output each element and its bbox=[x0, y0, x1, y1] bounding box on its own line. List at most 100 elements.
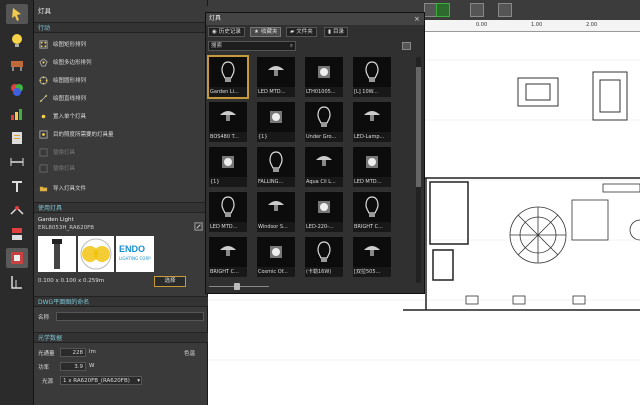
slider-handle[interactable] bbox=[234, 283, 240, 290]
scrollbar-thumb[interactable] bbox=[416, 67, 421, 187]
action-label: 替换灯具 bbox=[53, 166, 76, 172]
luminaire-thumbnail[interactable]: BRIGHT C... bbox=[209, 237, 247, 277]
tab-catalog[interactable]: ▮ 目录 bbox=[324, 27, 349, 37]
tab-label: 文件夹 bbox=[296, 29, 313, 35]
section-label: DWG平面图的命名 bbox=[38, 299, 90, 306]
luminaire-thumbnail[interactable]: LED MTD... bbox=[353, 147, 391, 187]
action-circle-array[interactable]: 绘图圆形排列 bbox=[38, 74, 86, 86]
luminaire-caption: {1} bbox=[258, 134, 268, 140]
search-placeholder: 搜索 bbox=[211, 43, 223, 49]
luminaire-grid: Garden Li... LED MTD... LTH01005... [L] 10W… bbox=[207, 55, 414, 283]
source-select[interactable]: 1 x RA620FB_(RA620FB) ▾ bbox=[60, 376, 142, 385]
section-header-action[interactable]: 行动 bbox=[34, 22, 208, 33]
section-header-optics[interactable]: 光学数据 bbox=[34, 332, 208, 343]
luminaire-caption: BRIGHT C... bbox=[354, 224, 383, 230]
calculation-tool-icon[interactable] bbox=[6, 104, 28, 124]
thumbnail-size-slider[interactable] bbox=[209, 283, 269, 291]
power-label: 功率 bbox=[38, 365, 50, 371]
color-tool-icon[interactable] bbox=[6, 80, 28, 100]
source-label: 光源 bbox=[42, 379, 54, 385]
zoom-fit-button[interactable] bbox=[470, 3, 484, 17]
library-search-input[interactable]: 搜索 ⌕ bbox=[208, 41, 296, 51]
luminaire-thumbnail[interactable]: Windsor S... bbox=[257, 192, 295, 232]
tab-history[interactable]: ◉ 历史记录 bbox=[208, 27, 245, 37]
luminaire-photo bbox=[38, 236, 76, 272]
luminaire-panel: 灯具 行动 绘图矩形排列 绘图多边形排列 绘图圆形排列 绘图直线排列 置入单个灯… bbox=[34, 0, 208, 405]
pan-button[interactable] bbox=[498, 3, 512, 17]
luminaire-tool-icon[interactable] bbox=[6, 30, 28, 50]
luminaire-caption: LED MTD... bbox=[258, 89, 286, 95]
luminaire-caption: LED MTD... bbox=[354, 179, 382, 185]
luminaire-thumbnail[interactable]: [L] 10W... bbox=[353, 57, 391, 97]
power-input[interactable]: 3.9 bbox=[60, 362, 86, 371]
luminaire-thumbnail[interactable]: BOS480 T... bbox=[209, 102, 247, 142]
luminaire-preview-icon bbox=[353, 57, 391, 87]
section-header-dwg[interactable]: DWG平面图的命名 bbox=[34, 296, 208, 307]
tab-favorites[interactable]: ★ 收藏夹 bbox=[250, 27, 282, 37]
action-label: 绘图直线排列 bbox=[53, 96, 87, 102]
luminaire-caption: {1} bbox=[210, 179, 220, 185]
luminaire-thumbnail[interactable]: LED MTD... bbox=[209, 192, 247, 232]
luminaire-preview-icon bbox=[209, 102, 247, 132]
luminaire-thumbnail[interactable]: LED-220-... bbox=[305, 192, 343, 232]
flux-input[interactable]: 228 bbox=[60, 348, 86, 357]
tab-folder[interactable]: ▰ 文件夹 bbox=[286, 27, 317, 37]
luminaire-thumbnail[interactable]: Under Gro... bbox=[305, 102, 343, 142]
action-line-array[interactable]: 绘图直线排列 bbox=[38, 92, 86, 104]
tab-label: 收藏夹 bbox=[260, 29, 278, 35]
action-label: 替换灯具 bbox=[53, 150, 76, 156]
action-target-illuminance[interactable]: 目的照度所需要的灯具量 bbox=[38, 128, 114, 140]
action-replace-luminaire: 替换灯具 bbox=[38, 146, 75, 158]
action-single-luminaire[interactable]: 置入单个灯具 bbox=[38, 110, 86, 122]
action-label: 绘图矩形排列 bbox=[53, 42, 87, 48]
section-header-used[interactable]: 使用灯具 bbox=[34, 202, 208, 213]
close-icon[interactable]: × bbox=[414, 15, 420, 23]
snap-toggle[interactable] bbox=[436, 3, 450, 17]
luminaire-preview-icon bbox=[305, 147, 343, 177]
select-tool-icon[interactable] bbox=[6, 4, 28, 24]
luminaire-thumbnail[interactable]: {1} bbox=[209, 147, 247, 187]
select-luminaire-button[interactable]: 选择 bbox=[154, 276, 186, 287]
section-label: 光学数据 bbox=[38, 335, 63, 342]
measure-tool-icon[interactable] bbox=[6, 152, 28, 172]
luminaire-thumbnail[interactable]: (卡勒16W) bbox=[305, 237, 343, 277]
name-input[interactable] bbox=[56, 312, 204, 321]
action-rect-array[interactable]: 绘图矩形排列 bbox=[38, 38, 86, 50]
luminaire-caption: Garden Li... bbox=[210, 89, 239, 95]
rect-array-icon bbox=[38, 39, 48, 49]
dimension-tool-icon[interactable] bbox=[6, 200, 28, 220]
luminaire-thumbnail[interactable]: [双拉505... bbox=[353, 237, 391, 277]
action-import-file[interactable]: 导入灯具文件 bbox=[38, 182, 86, 194]
luminaire-thumbnail[interactable]: Cosmic Of... bbox=[257, 237, 295, 277]
action-polygon-array[interactable]: 绘图多边形排列 bbox=[38, 56, 92, 68]
room-tool-icon[interactable] bbox=[6, 248, 28, 268]
text-tool-icon[interactable] bbox=[6, 176, 28, 196]
report-tool-icon[interactable] bbox=[6, 128, 28, 148]
name-label: 名称 bbox=[38, 315, 50, 321]
luminaire-thumbnail[interactable]: LTH01005... bbox=[305, 57, 343, 97]
layer-tool-icon[interactable] bbox=[6, 224, 28, 244]
luminaire-thumbnail[interactable]: FALLING... bbox=[257, 147, 295, 187]
library-scrollbar[interactable] bbox=[416, 57, 421, 283]
luminaire-preview-icon bbox=[305, 237, 343, 267]
luminaire-caption: FALLING... bbox=[258, 179, 284, 185]
luminaire-preview-icon bbox=[257, 147, 295, 177]
stairs-tool-icon[interactable] bbox=[6, 272, 28, 292]
luminaire-thumbnail[interactable]: LED MTD... bbox=[257, 57, 295, 97]
action-label: 导入灯具文件 bbox=[53, 186, 87, 192]
luminaire-thumbnail[interactable]: Garden Li... bbox=[207, 55, 249, 99]
luminaire-thumbnail[interactable]: LED-Lamp... bbox=[353, 102, 391, 142]
power-unit: W bbox=[89, 363, 95, 369]
history-icon: ◉ bbox=[212, 29, 217, 35]
action-label: 绘图多边形排列 bbox=[53, 60, 92, 66]
luminaire-thumbnail[interactable]: {1} bbox=[257, 102, 295, 142]
luminaire-preview-icon bbox=[257, 237, 295, 267]
luminaire-thumbnail[interactable]: Aqua Cil L... bbox=[305, 147, 343, 187]
luminaire-thumbnail[interactable]: BRIGHT C... bbox=[353, 192, 391, 232]
ruler-label: 2.00 bbox=[586, 22, 598, 28]
luminaire-preview-icon bbox=[305, 102, 343, 132]
section-label: 使用灯具 bbox=[38, 205, 63, 212]
view-mode-icon[interactable] bbox=[402, 42, 411, 50]
furniture-tool-icon[interactable] bbox=[6, 55, 28, 75]
edit-icon[interactable] bbox=[194, 222, 203, 233]
